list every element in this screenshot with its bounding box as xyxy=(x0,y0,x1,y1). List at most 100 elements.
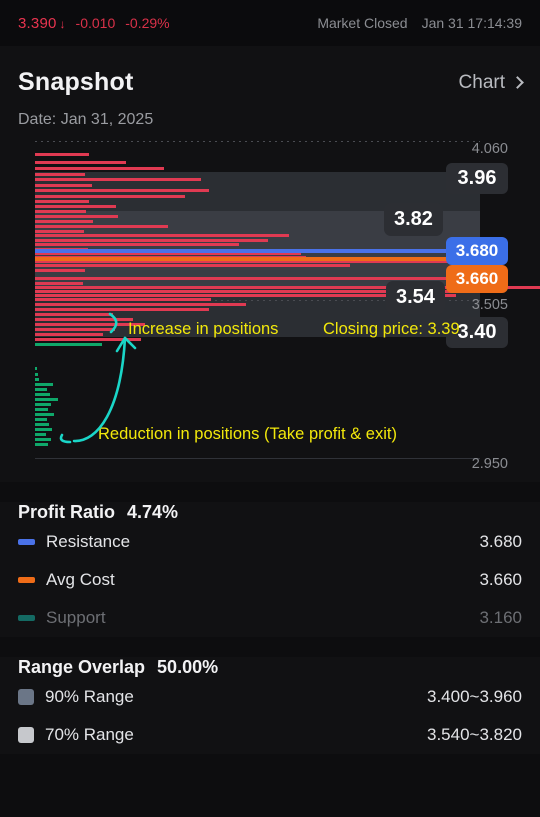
closing-price-annotation: Closing price: 3.39 xyxy=(323,320,460,338)
volume-bar-buy xyxy=(35,433,47,436)
market-status: Market Closed xyxy=(317,15,408,31)
volume-bar-buy xyxy=(35,398,58,401)
chart-link-label: Chart xyxy=(458,71,505,93)
volume-bar-buy xyxy=(35,418,47,421)
volume-bar-sell xyxy=(35,220,94,223)
volume-bar-sell xyxy=(35,277,455,280)
avg-cost-row: Avg Cost 3.660 xyxy=(18,561,522,599)
volume-bar-sell xyxy=(35,161,126,164)
profit-ratio-value: 4.74% xyxy=(127,502,179,522)
snapshot-header: Snapshot Chart xyxy=(18,46,524,97)
resistance-row: Resistance 3.680 xyxy=(18,523,522,561)
volume-bar-sell xyxy=(35,338,141,341)
quote-price: 3.390 xyxy=(18,14,57,32)
range-90-row: 90% Range 3.400~3.960 xyxy=(18,678,522,716)
range-90-swatch-icon xyxy=(18,689,34,705)
volume-bar-sell xyxy=(35,234,290,237)
volume-bar-sell xyxy=(35,269,85,272)
volume-bar-buy xyxy=(35,373,38,376)
volume-bar-buy xyxy=(35,367,37,370)
support-swatch-icon xyxy=(18,615,35,621)
resistance-label: Resistance xyxy=(46,532,131,551)
volume-bar-sell xyxy=(35,153,89,156)
volume-bar-sell xyxy=(35,195,185,198)
quote-left: 3.390 ↓ -0.010 -0.29% xyxy=(18,15,170,32)
volume-bar-sell xyxy=(35,189,209,192)
quote-bar: 3.390 ↓ -0.010 -0.29% Market Closed Jan … xyxy=(0,0,540,46)
quote-timestamp: Jan 31 17:14:39 xyxy=(421,15,522,31)
volume-bar-sell xyxy=(35,178,201,181)
volume-bar-sell xyxy=(35,167,165,170)
range-overlap-title: Range Overlap xyxy=(18,657,146,677)
volume-bar-sell xyxy=(35,243,239,246)
down-arrow-icon: ↓ xyxy=(59,16,66,31)
volume-bar-sell xyxy=(35,225,169,228)
volume-bar-buy xyxy=(35,378,40,381)
quote-right: Market Closed Jan 31 17:14:39 xyxy=(317,15,522,31)
page-title: Snapshot xyxy=(18,68,134,96)
volume-bar-buy xyxy=(35,428,52,431)
resistance-tag: 3.680 xyxy=(446,237,508,265)
volume-bar-sell xyxy=(35,298,211,301)
range-overlap-value: 50.00% xyxy=(157,657,219,677)
volume-bar-sell xyxy=(35,230,84,233)
volume-bar-buy xyxy=(35,413,54,416)
snapshot-section: Snapshot Chart Date: Jan 31, 2025 4.060 … xyxy=(0,46,540,482)
range-overlap-section: Range Overlap 50.00% 90% Range 3.400~3.9… xyxy=(0,657,540,754)
chevron-right-icon xyxy=(511,75,524,89)
range-70-row: 70% Range 3.540~3.820 xyxy=(18,716,522,754)
range-70-label: 70% Range xyxy=(45,725,134,744)
volume-bar-sell xyxy=(35,215,118,218)
volume-bar-sell xyxy=(35,313,114,316)
axis-tick-mid: 3.505 xyxy=(471,297,508,313)
volume-bar-sell xyxy=(35,264,350,267)
volume-bar-buy xyxy=(35,343,102,346)
volume-bar-sell xyxy=(35,173,86,176)
volume-bar-sell xyxy=(35,205,117,208)
avg-cost-line xyxy=(35,257,487,261)
support-label: Support xyxy=(46,608,106,627)
range-70-swatch-icon xyxy=(18,727,34,743)
volume-bar-sell xyxy=(35,328,115,331)
reduction-positions-annotation: Reduction in positions (Take profit & ex… xyxy=(98,425,397,443)
volume-bar-buy xyxy=(35,423,50,426)
range-90-value: 3.400~3.960 xyxy=(426,687,522,706)
axis-tick-low: 2.950 xyxy=(471,456,508,472)
range-overlap-header: Range Overlap 50.00% xyxy=(18,657,522,678)
volume-bar-sell xyxy=(35,308,209,311)
axis-tick-high: 4.060 xyxy=(471,141,508,157)
support-value: 3.160 xyxy=(479,608,522,627)
range70-low-label: 3.54 xyxy=(386,281,445,314)
volume-bar-sell xyxy=(35,318,134,321)
profit-ratio-section: Profit Ratio 4.74% Resistance 3.680 Avg … xyxy=(0,502,540,637)
chart-link-button[interactable]: Chart xyxy=(458,71,524,94)
volume-bar-buy xyxy=(35,393,50,396)
quote-change: -0.010 xyxy=(75,14,116,31)
volume-bar-buy xyxy=(35,408,49,411)
volume-bar-sell xyxy=(35,282,84,285)
distribution-chart[interactable]: 4.060 3.505 2.950 3.96 3.680 3.660 3.40 … xyxy=(18,141,540,482)
avg-cost-tag: 3.660 xyxy=(446,265,508,293)
range70-high-label: 3.82 xyxy=(384,203,443,236)
volume-bar-sell xyxy=(35,200,90,203)
quote-change-percent: -0.29% xyxy=(125,14,170,31)
profit-ratio-header: Profit Ratio 4.74% xyxy=(18,502,522,523)
volume-bar-buy xyxy=(35,443,49,446)
volume-bar-sell xyxy=(35,239,269,242)
profit-ratio-title: Profit Ratio xyxy=(18,502,115,522)
range-90-label: 90% Range xyxy=(45,687,134,706)
volume-bar-buy xyxy=(35,388,48,391)
avg-cost-swatch-icon xyxy=(18,577,35,583)
volume-bar-sell xyxy=(35,210,87,213)
resistance-value: 3.680 xyxy=(479,532,522,551)
high-90-tag: 3.96 xyxy=(446,163,508,194)
volume-bar-sell xyxy=(35,303,247,306)
volume-bar-sell xyxy=(35,184,92,187)
gridline-high xyxy=(35,141,480,142)
snapshot-date: Date: Jan 31, 2025 xyxy=(18,111,154,128)
volume-bar-buy xyxy=(35,438,52,441)
avg-cost-label: Avg Cost xyxy=(46,570,115,589)
volume-bar-buy xyxy=(35,403,52,406)
volume-bar-sell xyxy=(35,333,103,336)
gridline-low xyxy=(35,458,480,459)
